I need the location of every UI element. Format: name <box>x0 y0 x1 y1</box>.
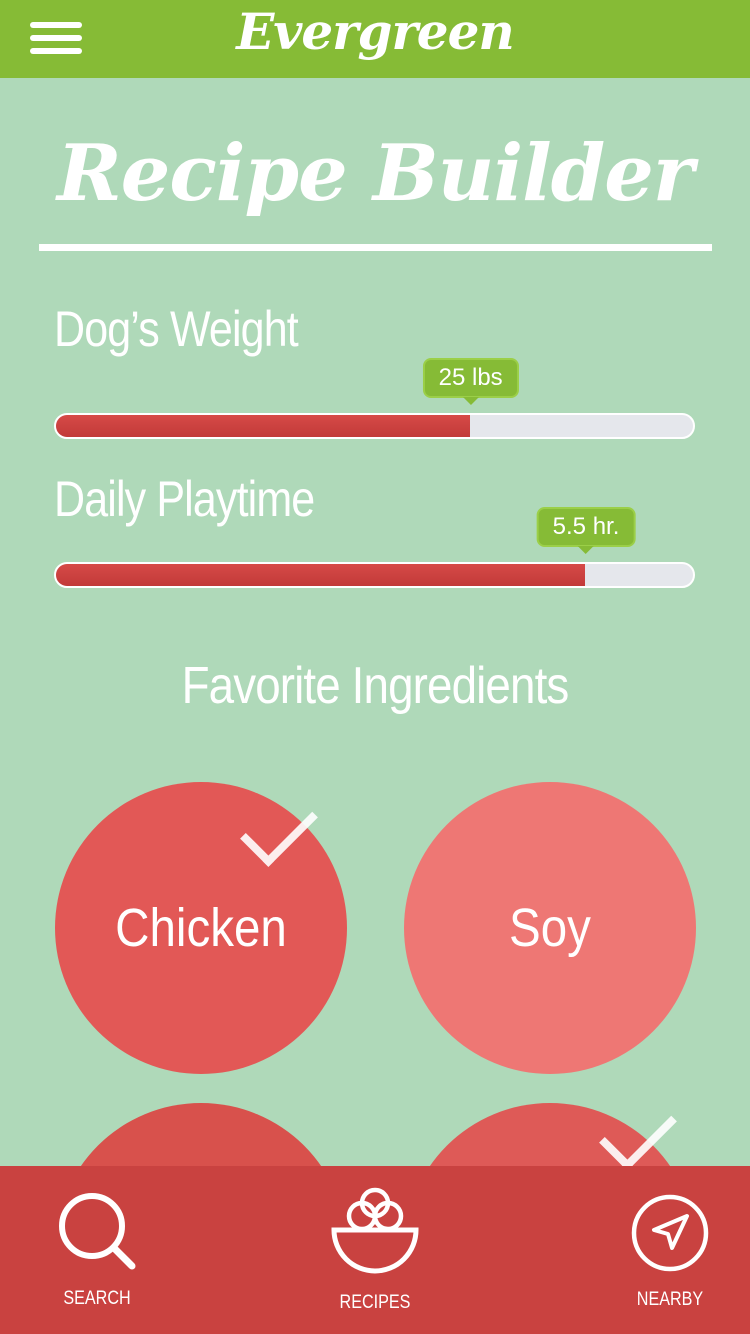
nav-label: RECIPES <box>339 1292 411 1313</box>
favorite-ingredients-title: Favorite Ingredients <box>181 657 570 715</box>
weight-value-bubble: 25 lbs <box>422 358 519 405</box>
playtime-label: Daily Playtime <box>54 471 315 527</box>
ingredient-label: Soy <box>509 898 591 958</box>
bowl-icon <box>331 1187 419 1274</box>
nav-label: NEARBY <box>636 1289 704 1310</box>
weight-label: Dog’s Weight <box>54 301 299 357</box>
page-title: Recipe Builder <box>56 128 694 219</box>
weight-slider-fill <box>56 415 471 437</box>
search-icon <box>59 1193 136 1270</box>
weight-slider[interactable] <box>54 413 695 439</box>
ingredient-label: Chicken <box>115 898 287 958</box>
navigation-arrow-icon <box>631 1194 709 1272</box>
app-brand: Evergreen <box>236 2 515 61</box>
playtime-value-bubble: 5.5 hr. <box>536 507 636 554</box>
ingredient-soy[interactable]: Soy <box>404 782 696 1074</box>
playtime-slider[interactable] <box>54 562 695 588</box>
nav-search[interactable]: SEARCH <box>37 1166 157 1334</box>
title-divider <box>39 244 712 251</box>
top-bar: Evergreen <box>0 0 750 78</box>
nav-recipes[interactable]: RECIPES <box>315 1166 435 1334</box>
nav-label: SEARCH <box>63 1288 131 1309</box>
nav-nearby[interactable]: NEARBY <box>610 1166 730 1334</box>
playtime-slider-fill <box>56 564 585 586</box>
bottom-nav: SEARCH RECIPES NEARBY <box>0 1166 750 1334</box>
